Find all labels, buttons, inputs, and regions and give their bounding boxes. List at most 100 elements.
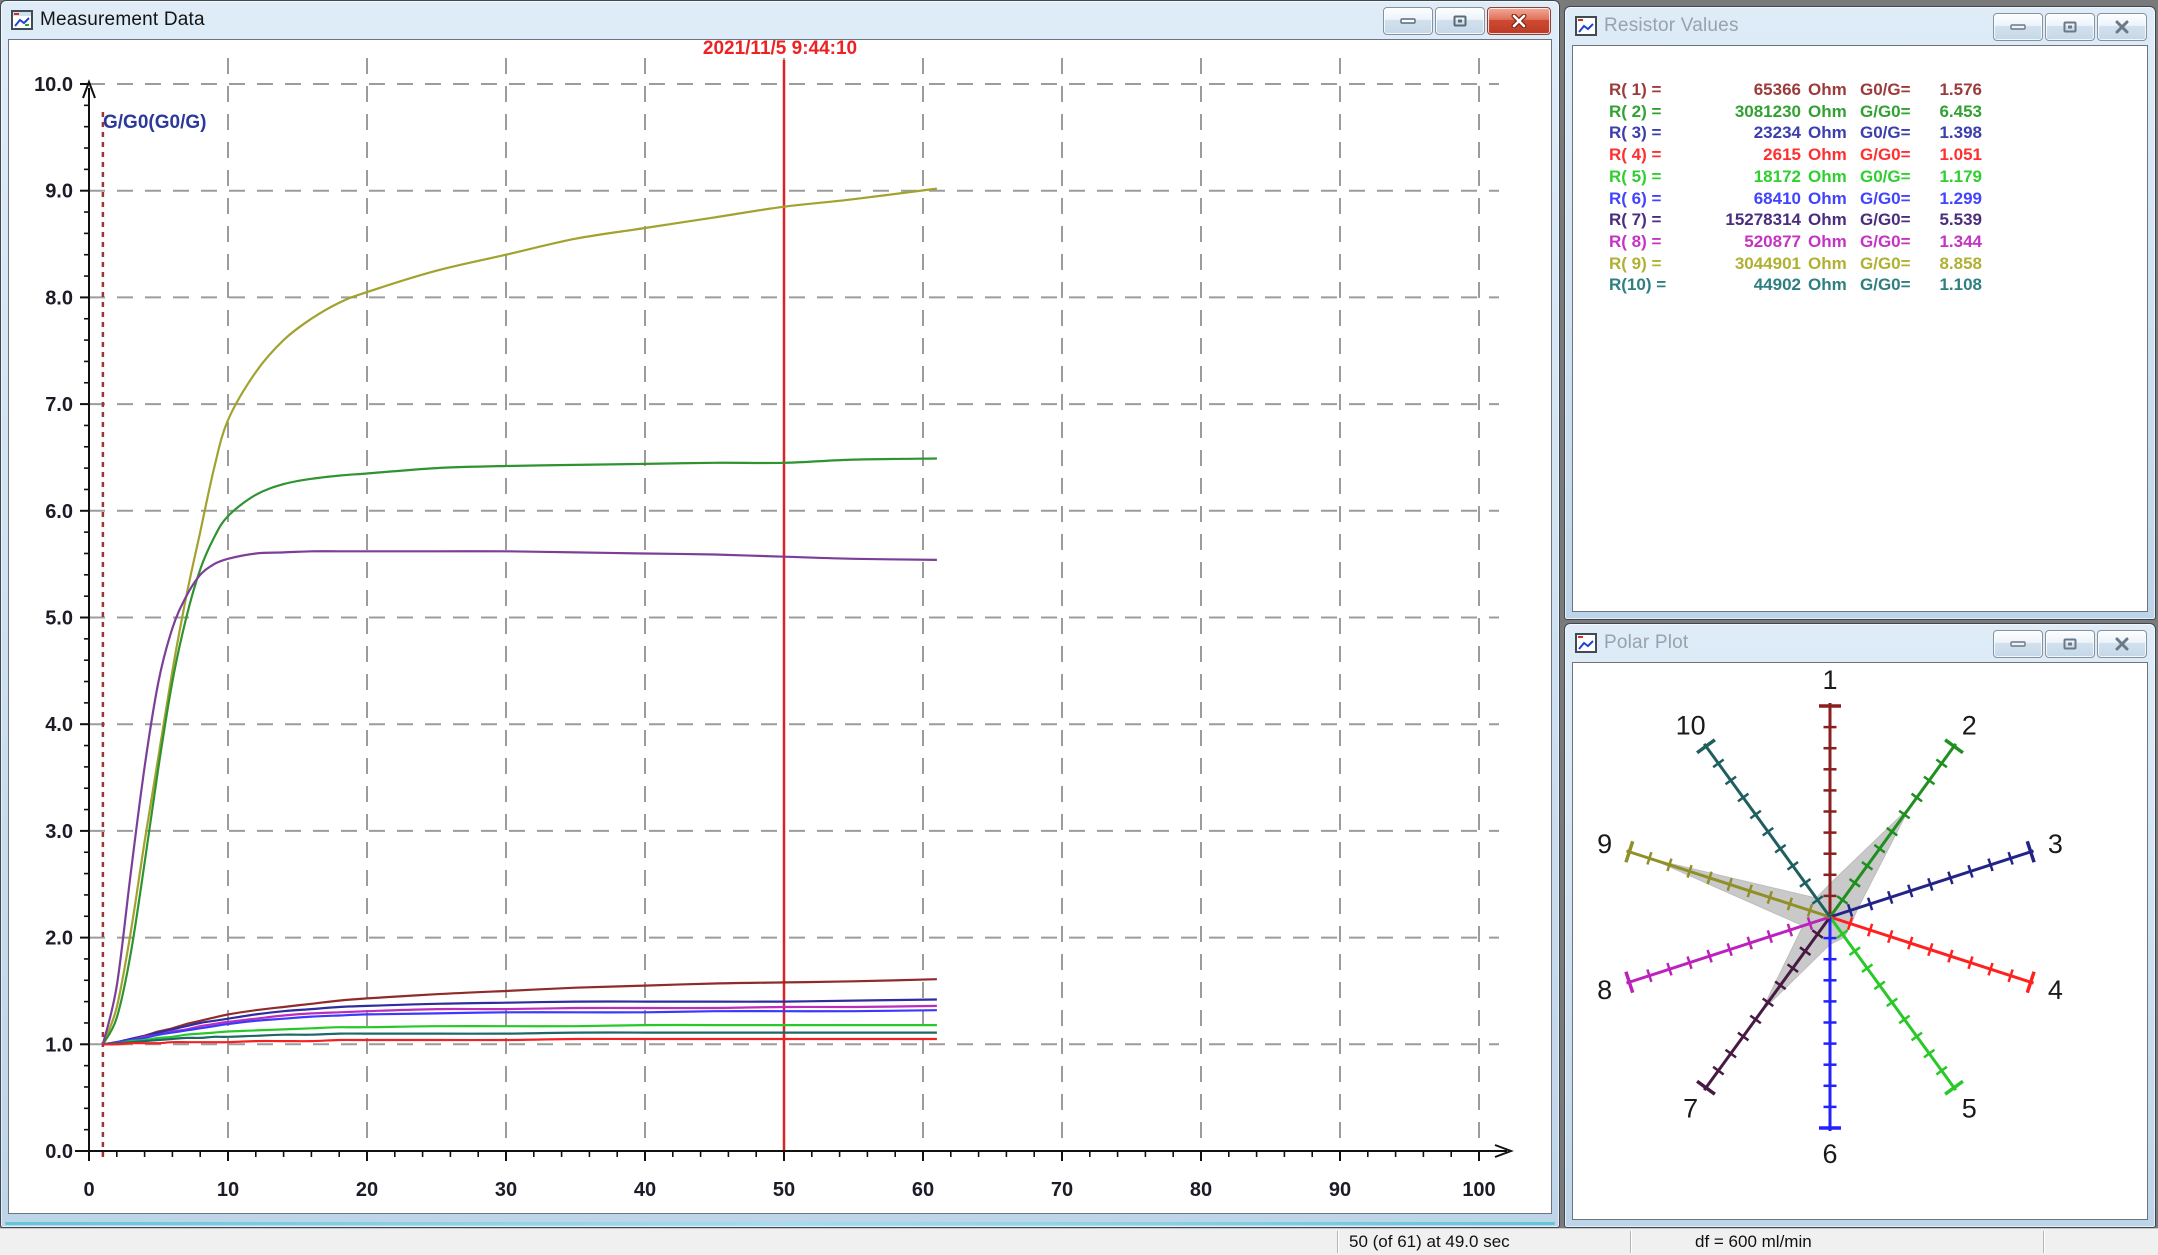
svg-text:50: 50	[773, 1179, 795, 1201]
resistor-value: 2615	[1675, 144, 1801, 166]
resistor-ratio: 1.108	[1920, 274, 1982, 296]
close-icon	[2114, 20, 2130, 34]
chart-window-icon	[1575, 16, 1597, 36]
svg-text:0: 0	[83, 1179, 94, 1201]
resistor-label: R( 2) =	[1609, 101, 1675, 123]
svg-text:90: 90	[1329, 1179, 1351, 1201]
resistor-unit: Ohm	[1801, 144, 1854, 166]
status-separator	[1630, 1231, 1631, 1253]
restore-icon	[1453, 15, 1467, 27]
svg-text:7.0: 7.0	[45, 394, 73, 416]
svg-text:6: 6	[1822, 1139, 1837, 1169]
resistor-label: R( 9) =	[1609, 253, 1675, 275]
svg-text:80: 80	[1190, 1179, 1212, 1201]
resistor-value: 15278314	[1675, 209, 1801, 231]
svg-text:G/G0(G0/G): G/G0(G0/G)	[103, 112, 206, 133]
resistor-ratio-label: G/G0=	[1854, 274, 1920, 296]
resistor-ratio-label: G/G0=	[1854, 209, 1920, 231]
status-separator	[1337, 1231, 1338, 1253]
restore-icon	[2063, 638, 2077, 650]
resistor-row: R( 7) =15278314OhmG/G0=5.539	[1609, 209, 1982, 231]
resistor-row: R(10) =44902OhmG/G0=1.108	[1609, 274, 1982, 296]
resistor-row: R( 6) =68410OhmG/G0=1.299	[1609, 188, 1982, 210]
chart-window-icon	[11, 10, 33, 30]
resistor-ratio: 1.344	[1920, 231, 1982, 253]
restore-button[interactable]	[2045, 13, 2095, 41]
resistor-value: 3044901	[1675, 253, 1801, 275]
resistor-values-area[interactable]: R( 1) =65366OhmG0/G=1.576R( 2) =3081230O…	[1572, 45, 2148, 612]
svg-text:20: 20	[356, 1179, 378, 1201]
minimize-icon	[2010, 640, 2026, 648]
resistor-value: 65366	[1675, 79, 1801, 101]
window-resistor-values: Resistor Values	[1564, 6, 2156, 620]
titlebar-resistor-values[interactable]: Resistor Values	[1565, 7, 2155, 45]
status-separator	[2043, 1231, 2044, 1253]
svg-text:6.0: 6.0	[45, 501, 73, 523]
minimize-button[interactable]	[1993, 630, 2043, 658]
resistor-ratio: 1.398	[1920, 122, 1982, 144]
resistor-unit: Ohm	[1801, 101, 1854, 123]
minimize-button[interactable]	[1383, 7, 1433, 35]
measurement-line-chart: 0.01.02.03.04.05.06.07.08.09.010.0010203…	[9, 40, 1549, 1212]
minimize-icon	[1400, 17, 1416, 25]
measurement-plot-area[interactable]: 0.01.02.03.04.05.06.07.08.09.010.0010203…	[8, 39, 1552, 1214]
polar-star-chart: 12345678910	[1573, 663, 2147, 1219]
resistor-ratio: 1.576	[1920, 79, 1982, 101]
svg-text:40: 40	[634, 1179, 656, 1201]
svg-text:2.0: 2.0	[45, 928, 73, 950]
svg-text:2021/11/5 9:44:10: 2021/11/5 9:44:10	[703, 40, 857, 59]
window-title: Polar Plot	[1604, 632, 1688, 654]
svg-text:4: 4	[2048, 975, 2063, 1005]
resistor-ratio-label: G/G0=	[1854, 188, 1920, 210]
resistor-label: R( 6) =	[1609, 188, 1675, 210]
resistor-ratio: 1.051	[1920, 144, 1982, 166]
svg-text:3: 3	[2048, 829, 2063, 859]
resistor-row: R( 9) =3044901OhmG/G0=8.858	[1609, 253, 1982, 275]
resistor-ratio-label: G0/G=	[1854, 122, 1920, 144]
resistor-label: R( 3) =	[1609, 122, 1675, 144]
svg-text:9.0: 9.0	[45, 181, 73, 203]
minimize-button[interactable]	[1993, 13, 2043, 41]
svg-text:5: 5	[1962, 1094, 1977, 1124]
resistor-label: R( 5) =	[1609, 166, 1675, 188]
close-button[interactable]	[2097, 13, 2147, 41]
svg-text:10: 10	[217, 1179, 239, 1201]
window-polar-plot: Polar Plot	[1564, 623, 2156, 1228]
resistor-unit: Ohm	[1801, 188, 1854, 210]
status-sample-info: 50 (of 61) at 49.0 sec	[1349, 1232, 1510, 1252]
close-icon	[2114, 637, 2130, 651]
polar-plot-area[interactable]: 12345678910	[1572, 662, 2148, 1220]
resistor-label: R( 8) =	[1609, 231, 1675, 253]
status-flow-info: df = 600 ml/min	[1695, 1232, 1812, 1252]
resistor-label: R(10) =	[1609, 274, 1675, 296]
resistor-row: R( 3) =23234OhmG0/G=1.398	[1609, 122, 1982, 144]
resistor-ratio: 5.539	[1920, 209, 1982, 231]
restore-button[interactable]	[2045, 630, 2095, 658]
window-title: Resistor Values	[1604, 15, 1739, 37]
window-title: Measurement Data	[40, 9, 205, 31]
resistor-ratio-label: G0/G=	[1854, 166, 1920, 188]
svg-text:4.0: 4.0	[45, 714, 73, 736]
resistor-label: R( 4) =	[1609, 144, 1675, 166]
resistor-ratio: 8.858	[1920, 253, 1982, 275]
resistor-value: 3081230	[1675, 101, 1801, 123]
restore-button[interactable]	[1435, 7, 1485, 35]
resistor-value: 68410	[1675, 188, 1801, 210]
minimize-icon	[2010, 23, 2026, 31]
svg-text:70: 70	[1051, 1179, 1073, 1201]
close-button[interactable]	[2097, 630, 2147, 658]
svg-text:10: 10	[1676, 710, 1706, 740]
resistor-label: R( 1) =	[1609, 79, 1675, 101]
titlebar-measurement-data[interactable]: Measurement Data	[1, 1, 1559, 39]
close-button[interactable]	[1487, 7, 1551, 35]
resistor-unit: Ohm	[1801, 166, 1854, 188]
resistor-row: R( 8) =520877OhmG/G0=1.344	[1609, 231, 1982, 253]
svg-text:3.0: 3.0	[45, 821, 73, 843]
svg-text:10.0: 10.0	[34, 74, 73, 96]
resistor-ratio: 1.299	[1920, 188, 1982, 210]
status-bar: 50 (of 61) at 49.0 sec df = 600 ml/min	[0, 1228, 2158, 1255]
resistor-ratio: 1.179	[1920, 166, 1982, 188]
svg-text:9: 9	[1597, 829, 1612, 859]
svg-text:30: 30	[495, 1179, 517, 1201]
titlebar-polar-plot[interactable]: Polar Plot	[1565, 624, 2155, 662]
